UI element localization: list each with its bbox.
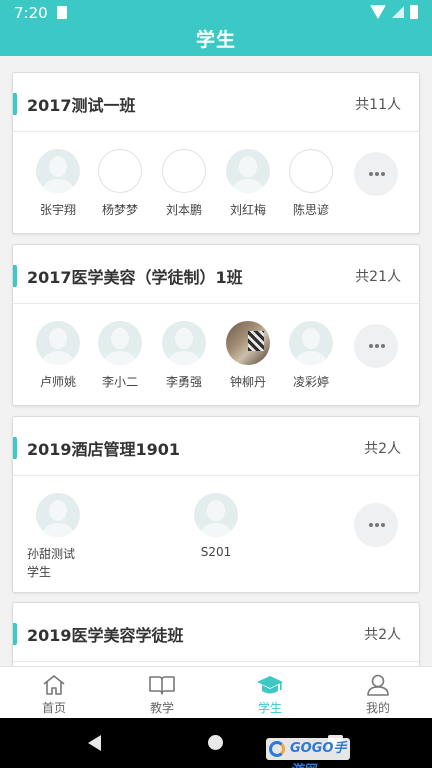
- student-row: 张宇翔 杨梦梦 刘本鹏 刘红梅 陈思谚: [13, 132, 419, 233]
- class-card-header[interactable]: 2019酒店管理1901 共2人: [13, 417, 419, 476]
- class-count: 共2人: [364, 441, 401, 457]
- student-name: 钟柳丹: [229, 375, 266, 389]
- tab-label: 首页: [41, 701, 66, 715]
- avatar: [162, 321, 206, 365]
- tab-label: 教学: [149, 701, 174, 715]
- student-name: 刘本鹏: [165, 203, 202, 217]
- student-name: 卢师姚: [39, 375, 76, 389]
- graduation-cap-icon: [257, 676, 283, 694]
- student-item[interactable]: 凌彩婷: [284, 321, 338, 390]
- home-icon: [43, 675, 65, 695]
- student-name: 李小二: [101, 375, 138, 389]
- battery-icon: [410, 5, 418, 19]
- more-students-button[interactable]: [354, 152, 398, 196]
- user-icon: [367, 674, 389, 696]
- avatar: [289, 321, 333, 365]
- student-name-line: 学生: [27, 565, 52, 579]
- tab-students[interactable]: 学生: [216, 667, 324, 719]
- class-card[interactable]: 2019医学美容学徒班 共2人: [12, 602, 420, 666]
- tab-label: 我的: [365, 701, 390, 715]
- status-bar: 7:20: [0, 0, 432, 26]
- student-item[interactable]: 李小二: [93, 321, 147, 390]
- student-name-line: 孙甜测试: [27, 547, 76, 561]
- student-name: 杨梦梦: [101, 203, 138, 217]
- avatar: [289, 149, 333, 193]
- student-item[interactable]: 刘红梅: [221, 149, 275, 218]
- student-name: 张宇翔: [39, 203, 76, 217]
- avatar: [226, 149, 270, 193]
- bottom-tab-bar: 首页 教学 学生 我的: [0, 666, 432, 718]
- avatar: [36, 493, 80, 537]
- tab-home[interactable]: 首页: [0, 667, 108, 719]
- student-name: 刘红梅: [229, 203, 266, 217]
- student-item[interactable]: 卢师姚: [31, 321, 85, 390]
- page-title: 学生: [0, 26, 432, 56]
- ellipsis-icon: [369, 172, 373, 176]
- more-students-button[interactable]: [354, 503, 398, 547]
- class-count: 共21人: [355, 269, 401, 285]
- class-name: 2017医学美容（学徒制）1班: [27, 268, 243, 287]
- home-nav-icon[interactable]: [208, 735, 223, 750]
- student-name: 陈思谚: [292, 203, 329, 217]
- watermark-logo: GOGO手游网: [266, 738, 350, 768]
- accent-bar: [13, 437, 17, 459]
- back-icon[interactable]: [88, 735, 101, 751]
- avatar: [98, 149, 142, 193]
- student-row: 孙甜测试 学生 S201: [13, 476, 419, 592]
- ellipsis-icon: [369, 344, 373, 348]
- class-count: 共2人: [364, 627, 401, 643]
- student-name: 凌彩婷: [292, 375, 329, 389]
- more-students-button[interactable]: [354, 324, 398, 368]
- signal-icon: [392, 6, 404, 18]
- class-card-header[interactable]: 2017测试一班 共11人: [13, 73, 419, 132]
- student-row: 卢师姚 李小二 李勇强 钟柳丹 凌彩婷: [13, 304, 419, 405]
- avatar: [194, 493, 238, 537]
- student-item[interactable]: 孙甜测试 学生: [25, 493, 91, 581]
- student-item[interactable]: 刘本鹏: [157, 149, 211, 218]
- student-item[interactable]: 张宇翔: [31, 149, 85, 218]
- student-item[interactable]: 钟柳丹: [221, 321, 275, 390]
- student-name: 孙甜测试 学生: [25, 545, 91, 581]
- class-name: 2019医学美容学徒班: [27, 626, 184, 645]
- accent-bar: [13, 93, 17, 115]
- wifi-icon: [370, 5, 386, 19]
- student-item[interactable]: 杨梦梦: [93, 149, 147, 218]
- book-icon: [149, 676, 175, 695]
- ellipsis-icon: [369, 523, 373, 527]
- avatar: [226, 321, 270, 365]
- avatar: [98, 321, 142, 365]
- student-item[interactable]: S201: [189, 493, 243, 559]
- class-list[interactable]: 2017测试一班 共11人 张宇翔 杨梦梦 刘本鹏 刘红梅 陈思谚 2017医学…: [0, 56, 432, 666]
- class-name: 2017测试一班: [27, 96, 136, 115]
- tab-label: 学生: [257, 701, 282, 715]
- tab-mine[interactable]: 我的: [324, 667, 432, 719]
- system-nav-bar: GOGO手游网: [0, 718, 432, 768]
- avatar: [36, 149, 80, 193]
- student-item[interactable]: 李勇强: [157, 321, 211, 390]
- avatar: [36, 321, 80, 365]
- sd-card-icon: [57, 6, 67, 19]
- tab-teaching[interactable]: 教学: [108, 667, 216, 719]
- student-name: S201: [200, 545, 232, 559]
- student-item[interactable]: 陈思谚: [284, 149, 338, 218]
- class-card[interactable]: 2017测试一班 共11人 张宇翔 杨梦梦 刘本鹏 刘红梅 陈思谚: [12, 72, 420, 234]
- class-card-header[interactable]: 2017医学美容（学徒制）1班 共21人: [13, 245, 419, 304]
- class-card[interactable]: 2019酒店管理1901 共2人 孙甜测试 学生 S201: [12, 416, 420, 593]
- class-count: 共11人: [355, 97, 401, 113]
- class-name: 2019酒店管理1901: [27, 440, 181, 459]
- status-time: 7:20: [14, 4, 48, 22]
- class-card-header[interactable]: 2019医学美容学徒班 共2人: [13, 603, 419, 662]
- accent-bar: [13, 265, 17, 287]
- accent-bar: [13, 623, 17, 645]
- avatar: [162, 149, 206, 193]
- status-icons: [370, 5, 418, 19]
- student-name: 李勇强: [165, 375, 202, 389]
- class-card[interactable]: 2017医学美容（学徒制）1班 共21人 卢师姚 李小二 李勇强 钟柳丹 凌彩婷: [12, 244, 420, 406]
